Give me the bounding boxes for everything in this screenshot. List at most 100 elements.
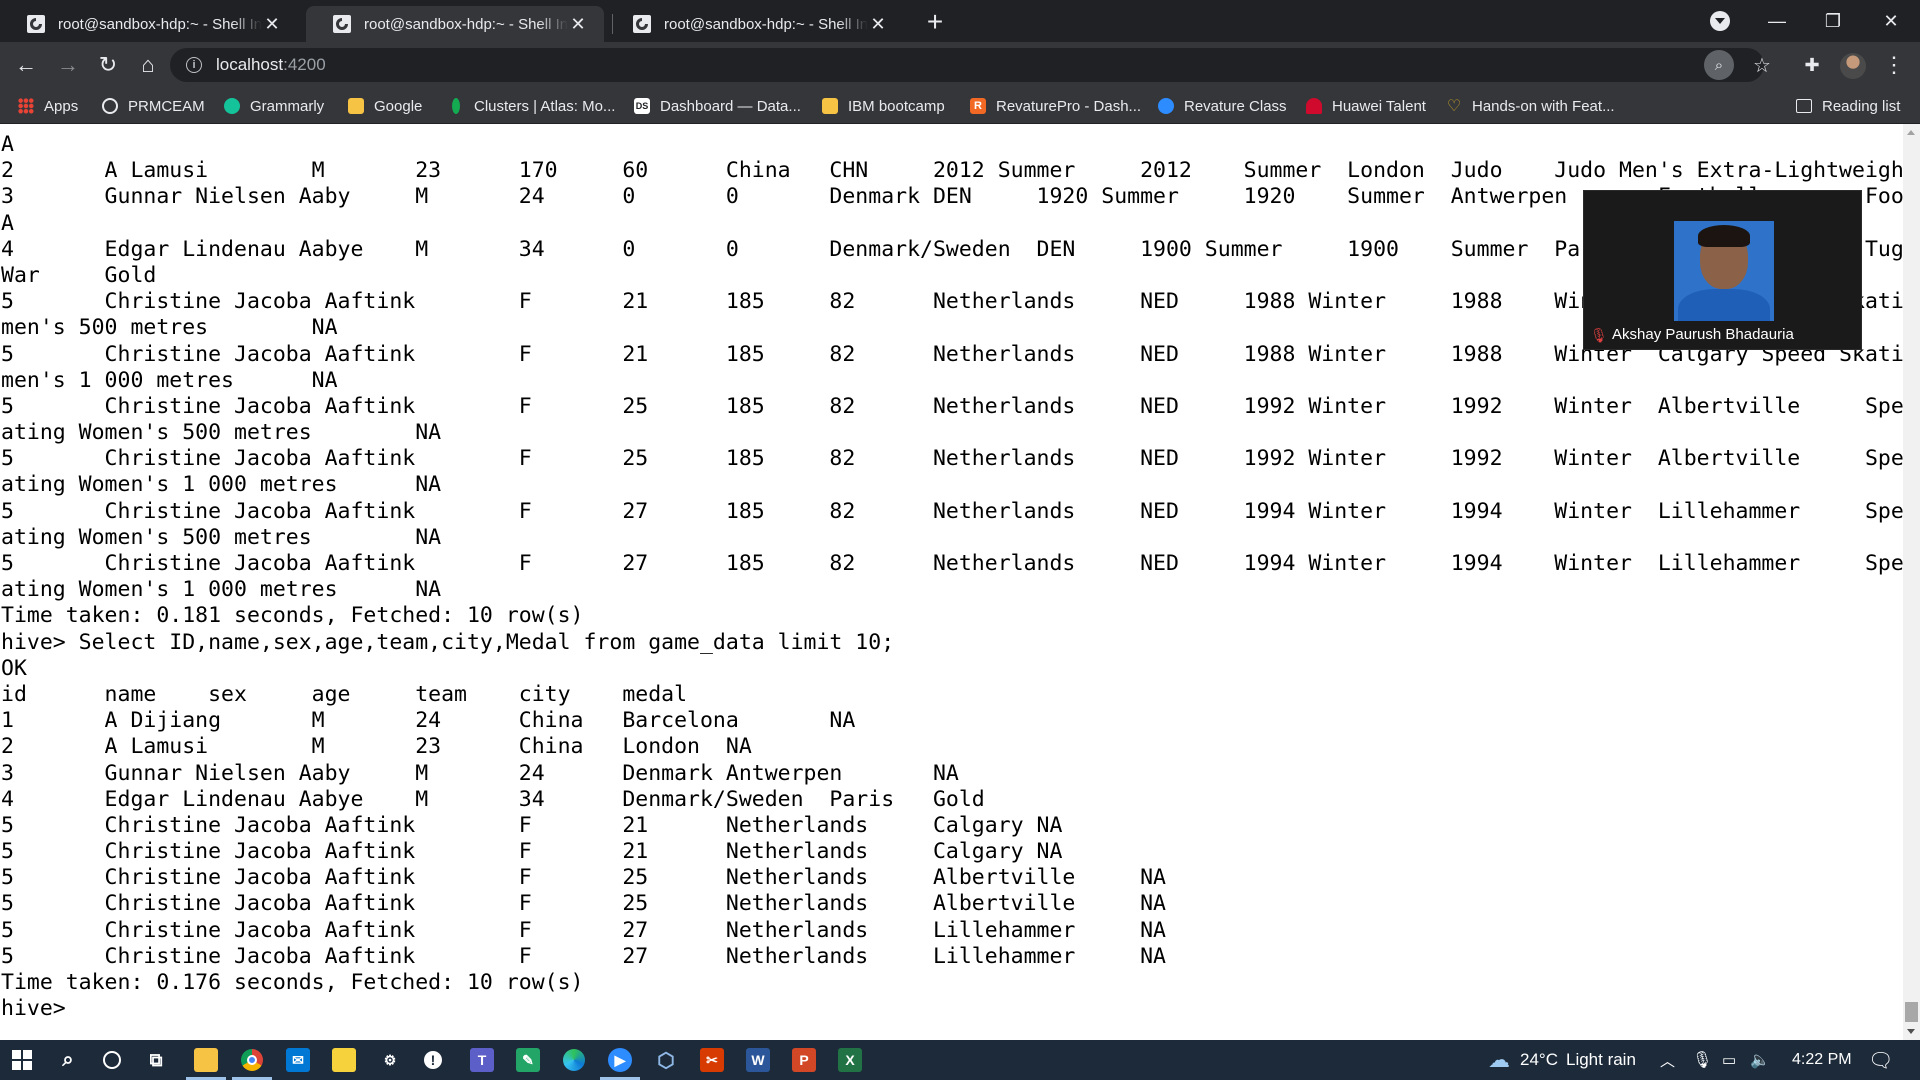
edge-icon[interactable] [562,1048,586,1072]
chrome-menu-icon[interactable]: ⋮ [1880,50,1908,80]
tab-title: root@sandbox-hdp:~ - Shell In A [58,15,262,33]
bookmark-label: IBM bootcamp [848,97,945,115]
microphone-icon[interactable]: 🎙 [1692,1040,1712,1080]
reading-list-icon [1796,99,1812,113]
windows-taskbar: ⌕ ⧉ ✉ ⚙ ! T ✎ ▶ ⬡ ✂ W P X ☁ 24°C Light r… [0,1040,1920,1080]
mail-icon[interactable]: ✉ [286,1048,310,1072]
unknown-app-icon[interactable]: ! [424,1051,442,1069]
bookmark-apps[interactable]: Apps [18,94,78,118]
bookmark-label: Huawei Talent [1332,97,1426,115]
show-hidden-icons-chevron-icon[interactable]: ︿ [1660,1040,1675,1080]
terminal-line: Time taken: 0.176 seconds, Fetched: 10 r… [1,970,584,995]
shellinabox-favicon-icon [333,15,351,33]
clock-time[interactable]: 4:22 PM [1792,1040,1852,1080]
terminal-line: ating Women's 500 metres NA [1,524,442,550]
terminal-line: OK [1,655,27,681]
home-icon[interactable]: ⌂ [134,51,162,79]
chrome-icon[interactable] [232,1048,272,1080]
terminal-scrollbar[interactable] [1903,124,1920,1040]
weather-description: Light rain [1565,1050,1636,1069]
battery-icon[interactable]: ▭ [1722,1040,1736,1080]
file-explorer-icon[interactable] [186,1048,226,1080]
bookmark-hands-on[interactable]: ♡ Hands-on with Feat... [1446,94,1615,118]
scrollbar-thumb[interactable] [1905,1002,1918,1022]
settings-icon[interactable]: ⚙ [378,1048,402,1072]
browser-tab-1[interactable]: root@sandbox-hdp:~ - Shell In A ✕ [0,6,298,42]
tab-close-icon[interactable]: ✕ [262,14,282,34]
bookmark-ibm-bootcamp[interactable]: IBM bootcamp [822,94,945,118]
browser-tab-2[interactable]: root@sandbox-hdp:~ - Shell In A ✕ [306,6,604,42]
extensions-puzzle-icon[interactable]: ✚ [1797,50,1827,80]
powerpoint-icon[interactable]: P [792,1048,816,1072]
bookmark-label: Hands-on with Feat... [1472,97,1615,115]
browser-toolbar: ← → ↻ ⌂ i localhost:4200 ⌕ ☆ ✚ ⋮ [0,42,1920,88]
bookmark-star-icon[interactable]: ☆ [1747,50,1777,80]
reading-list-label: Reading list [1822,97,1901,115]
scroll-up-arrow-icon[interactable] [1907,130,1915,135]
windows-start-icon[interactable] [10,1048,34,1072]
mic-muted-icon: 🎙 [1590,327,1608,343]
zoom-magnifier-icon[interactable]: ⌕ [1704,50,1734,80]
bookmark-label: RevaturePro - Dash... [996,97,1142,115]
site-info-icon[interactable]: i [186,57,202,73]
bookmark-revature-class[interactable]: Revature Class [1158,94,1287,118]
tab-title: root@sandbox-hdp:~ - Shell In A [364,15,568,33]
sticky-notes-icon[interactable] [332,1048,356,1072]
bookmark-prmceam[interactable]: PRMCEAM [102,94,205,118]
tab-search-icon[interactable] [1710,11,1730,31]
search-icon[interactable]: ⌕ [56,1048,80,1072]
zoom-icon[interactable]: ▶ [600,1048,640,1080]
cortana-icon[interactable] [100,1048,124,1072]
excel-icon[interactable]: X [838,1048,862,1072]
shellinabox-favicon-icon [633,15,651,33]
whiteboard-icon[interactable]: ✎ [516,1048,540,1072]
reading-list-button[interactable]: Reading list [1796,94,1900,118]
address-bar[interactable]: i localhost:4200 [170,48,1764,82]
task-view-icon[interactable]: ⧉ [144,1048,168,1072]
minimize-icon[interactable]: — [1754,0,1800,42]
terminal-line: 5 Christine Jacoba Aaftink F 25 Netherla… [1,891,1166,917]
teams-icon[interactable]: T [470,1048,494,1072]
bookmark-atlas[interactable]: Clusters | Atlas: Mo... [448,94,615,118]
browser-tab-strip: root@sandbox-hdp:~ - Shell In A ✕ root@s… [0,0,1920,42]
bookmark-label: Google [374,97,423,115]
weather-temp: 24°C [1520,1050,1558,1069]
virtualbox-icon[interactable]: ⬡ [654,1048,678,1072]
restore-icon[interactable]: ❐ [1810,0,1856,42]
bookmark-label: PRMCEAM [128,97,205,115]
terminal-line: men's 1 000 metres NA [1,367,338,393]
forward-arrow-icon[interactable]: → [54,51,82,79]
bookmark-huawei-talent[interactable]: Huawei Talent [1306,94,1426,118]
volume-icon[interactable]: 🔈 [1750,1040,1770,1080]
terminal-line: hive> Select ID,name,sex,age,team,city,M… [1,629,895,655]
url-text[interactable]: localhost:4200 [216,55,326,75]
terminal-line: 5 Christine Jacoba Aaftink F 25 Netherla… [1,865,1166,891]
tab-title: root@sandbox-hdp:~ - Shell In A [664,15,868,33]
bookmark-revaturepro[interactable]: R RevaturePro - Dash... [970,94,1141,118]
tab-close-icon[interactable]: ✕ [568,14,588,34]
bookmark-google[interactable]: Google [348,94,422,118]
bookmark-grammarly[interactable]: Grammarly [224,94,324,118]
terminal-line: 3 Gunnar Nielsen Aaby M 24 Denmark Antwe… [1,760,959,786]
browser-tab-3[interactable]: root@sandbox-hdp:~ - Shell In A ✕ [606,6,904,42]
back-arrow-icon[interactable]: ← [12,51,40,79]
close-window-icon[interactable]: ✕ [1868,0,1914,42]
globe-icon [102,98,118,114]
snipping-tool-icon[interactable]: ✂ [700,1048,724,1072]
bookmark-label: Dashboard — Data... [660,97,801,115]
new-tab-button[interactable]: + [920,8,950,38]
profile-avatar[interactable] [1840,53,1866,79]
video-call-overlay[interactable]: 🎙 Akshay Paurush Bhadauria [1583,190,1862,350]
bookmark-label: Grammarly [250,97,325,115]
reload-icon[interactable]: ↻ [94,51,122,79]
notifications-icon[interactable]: 🗨 [1868,1040,1893,1080]
weather-widget[interactable]: ☁ 24°C Light rain [1488,1040,1636,1080]
bookmark-dashboard[interactable]: DS Dashboard — Data... [634,94,801,118]
terminal-line: 5 Christine Jacoba Aaftink F 25 185 82 N… [1,446,1920,472]
tab-close-icon[interactable]: ✕ [868,14,888,34]
word-icon[interactable]: W [746,1048,770,1072]
terminal-line: 2 A Lamusi M 23 China London NA [1,734,752,760]
scroll-down-arrow-icon[interactable] [1907,1029,1915,1034]
folder-icon [348,98,364,114]
terminal-line: 4 Edgar Lindenau Aabye M 34 Denmark/Swed… [1,786,985,812]
